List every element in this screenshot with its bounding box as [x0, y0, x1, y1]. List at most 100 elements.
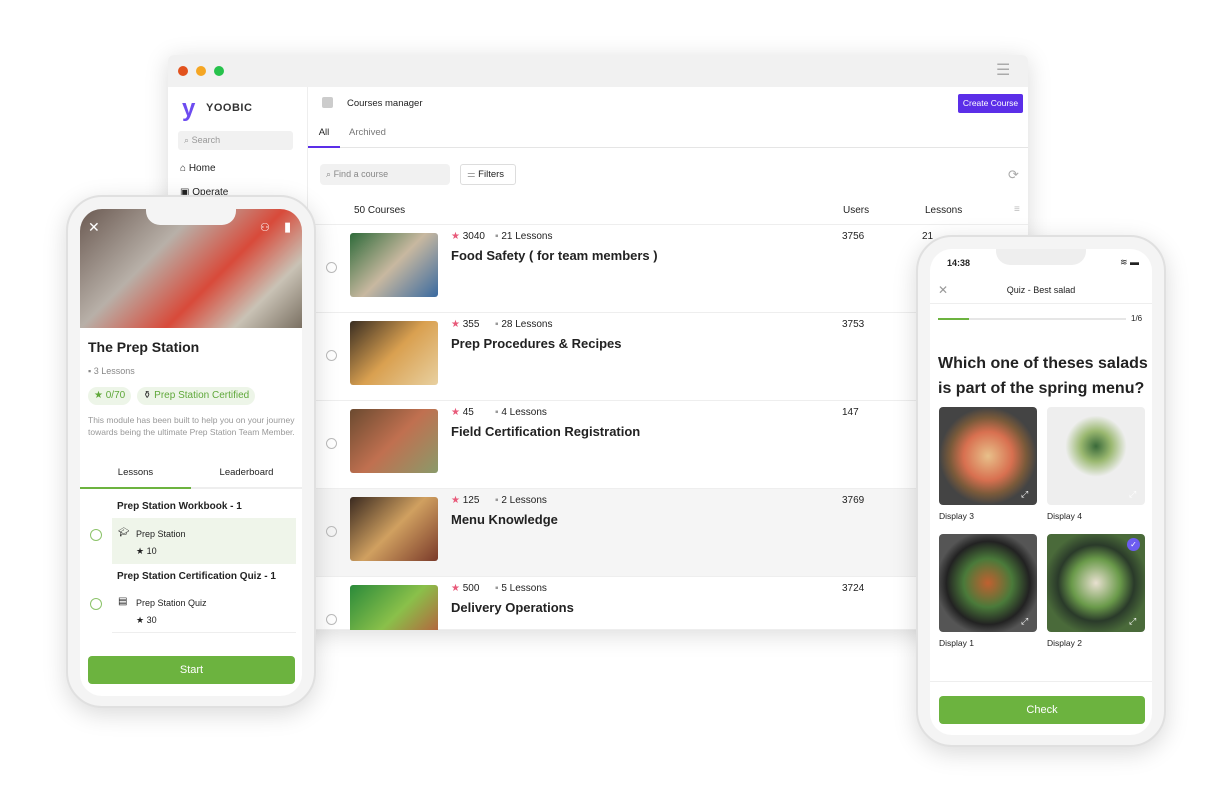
title-bar: ☰ [168, 55, 1028, 87]
points-text: 0/70 [105, 390, 126, 401]
bookmark-icon[interactable]: ▮ [284, 219, 291, 235]
sidebar-item-label: Home [188, 163, 216, 174]
find-course-input[interactable]: ⌕ Find a course [320, 164, 450, 185]
row-checkbox[interactable] [326, 438, 337, 449]
quiz-option[interactable]: ⤢ Display 3 [939, 407, 1037, 525]
lesson-item[interactable]: 🎓︎ Prep Station ★ 10 [112, 518, 296, 564]
course-rating: ★ 3040 [451, 231, 485, 242]
lesson-name: Prep Station [136, 529, 186, 539]
close-window-button[interactable] [178, 66, 188, 76]
find-placeholder: Find a course [333, 169, 389, 179]
sidebar-item-home[interactable]: ⌂ Home [180, 163, 216, 174]
users-value: 3753 [842, 319, 865, 330]
quiz-screen: 14:38 ≋ ▬ ✕ Quiz - Best salad 1/6 Which … [930, 249, 1152, 735]
filters-button[interactable]: ⚌ Filters [460, 164, 516, 185]
points-badge: ★ 0/70 [88, 387, 132, 405]
tab-all[interactable]: All [308, 127, 340, 148]
badge-text: Prep Station Certified [154, 390, 250, 401]
brand-name: YOOBIC [206, 102, 253, 114]
medal-icon: ⚱ [143, 390, 152, 401]
lesson-count-value: 4 Lessons [501, 407, 547, 418]
star-icon: ★ [451, 495, 460, 506]
expand-icon[interactable]: ⤢ [1021, 489, 1028, 500]
lesson-points-value: 10 [146, 546, 157, 556]
quiz-option[interactable]: ✓ ⤢ Display 2 [1047, 534, 1145, 652]
wifi-battery-icon: ≋ ▬ [1120, 257, 1140, 267]
maximize-window-button[interactable] [214, 66, 224, 76]
column-menu-icon[interactable]: ≡ [1014, 204, 1020, 215]
row-checkbox[interactable] [326, 614, 337, 625]
lesson-points: ★ 10 [136, 546, 157, 556]
rating-value: 355 [462, 319, 480, 330]
lesson-count-value: 21 Lessons [501, 231, 553, 242]
tab-leaderboard[interactable]: Leaderboard [191, 467, 302, 489]
expand-icon[interactable]: ⤢ [1129, 616, 1136, 627]
course-title[interactable]: Field Certification Registration [451, 424, 640, 439]
right-phone: 14:38 ≋ ▬ ✕ Quiz - Best salad 1/6 Which … [916, 235, 1166, 747]
header-divider [930, 303, 1152, 304]
option-label: Display 4 [1047, 511, 1082, 521]
quiz-title: Quiz - Best salad [1006, 285, 1076, 295]
course-title[interactable]: Delivery Operations [451, 600, 574, 615]
star-icon: ★ [451, 583, 460, 594]
progress-label: 1/6 [1131, 314, 1143, 323]
rating-value: 500 [462, 583, 480, 594]
users-value: 3769 [842, 495, 865, 506]
quiz-option[interactable]: ⤢ Display 1 [939, 534, 1037, 652]
rating-value: 3040 [462, 231, 485, 242]
rating-value: 45 [462, 407, 474, 418]
course-thumbnail [350, 497, 438, 561]
yoobic-logo-icon: y [182, 95, 196, 122]
course-thumbnail [350, 321, 438, 385]
expand-icon[interactable]: ⤢ [1129, 489, 1136, 500]
box-icon: ▪ [495, 319, 499, 330]
lesson-item[interactable]: ▤ Prep Station Quiz ★ 30 [112, 587, 296, 633]
course-title[interactable]: Food Safety ( for team members ) [451, 248, 658, 263]
hamburger-menu-icon[interactable]: ☰ [996, 63, 1014, 79]
minimize-window-button[interactable] [196, 66, 206, 76]
courses-icon [322, 97, 333, 108]
quiz-option[interactable]: ⤢ Display 4 [1047, 407, 1145, 525]
course-count: 50 Courses [354, 205, 406, 216]
course-rating: ★ 45 [451, 407, 474, 418]
selected-check-icon: ✓ [1127, 538, 1140, 551]
share-icon[interactable]: ⚇ [260, 221, 270, 234]
column-users[interactable]: Users [843, 205, 869, 216]
start-button[interactable]: Start [88, 656, 295, 684]
tab-lessons[interactable]: Lessons [80, 467, 191, 489]
row-checkbox[interactable] [326, 526, 337, 537]
sidebar-search-input[interactable]: ⌕ Search [178, 131, 293, 150]
course-lesson-count: ▪ 21 Lessons [495, 231, 552, 242]
lesson-count-value: 2 Lessons [501, 495, 547, 506]
lesson-count-text: 3 Lessons [93, 366, 135, 376]
refresh-icon[interactable]: ⟳ [1008, 167, 1019, 183]
course-lesson-count: ▪ 5 Lessons [495, 583, 547, 594]
lesson-checkbox[interactable] [90, 529, 102, 541]
box-icon: ▪ [495, 407, 499, 418]
status-time: 14:38 [947, 258, 971, 268]
check-button[interactable]: Check [939, 696, 1145, 724]
box-icon: ▪ [495, 495, 499, 506]
course-detail-screen: ✕ ⚇ ▮ The Prep Station ▪ 3 Lessons ★ 0/7… [80, 209, 302, 696]
star-icon: ★ [451, 407, 460, 418]
row-checkbox[interactable] [326, 350, 337, 361]
section-heading: Prep Station Certification Quiz - 1 [117, 571, 276, 582]
expand-icon[interactable]: ⤢ [1021, 616, 1028, 627]
tab-archived[interactable]: Archived [349, 127, 386, 138]
course-title[interactable]: Prep Procedures & Recipes [451, 336, 622, 351]
course-title: The Prep Station [88, 339, 200, 355]
lesson-checkbox[interactable] [90, 598, 102, 610]
page-title: Courses manager [347, 98, 423, 109]
users-value: 3724 [842, 583, 865, 594]
row-checkbox[interactable] [326, 262, 337, 273]
create-course-button[interactable]: Create Course [958, 94, 1023, 113]
column-lessons[interactable]: Lessons [925, 205, 962, 216]
clipboard-icon: ▤ [118, 596, 128, 607]
close-icon[interactable]: ✕ [88, 219, 100, 236]
course-lesson-count: ▪ 2 Lessons [495, 495, 547, 506]
lesson-points: ★ 30 [136, 615, 157, 625]
option-label: Display 2 [1047, 638, 1082, 648]
course-title[interactable]: Menu Knowledge [451, 512, 558, 527]
quiz-question: Which one of theses salads is part of th… [938, 355, 1148, 397]
tabs-divider [308, 147, 1028, 148]
